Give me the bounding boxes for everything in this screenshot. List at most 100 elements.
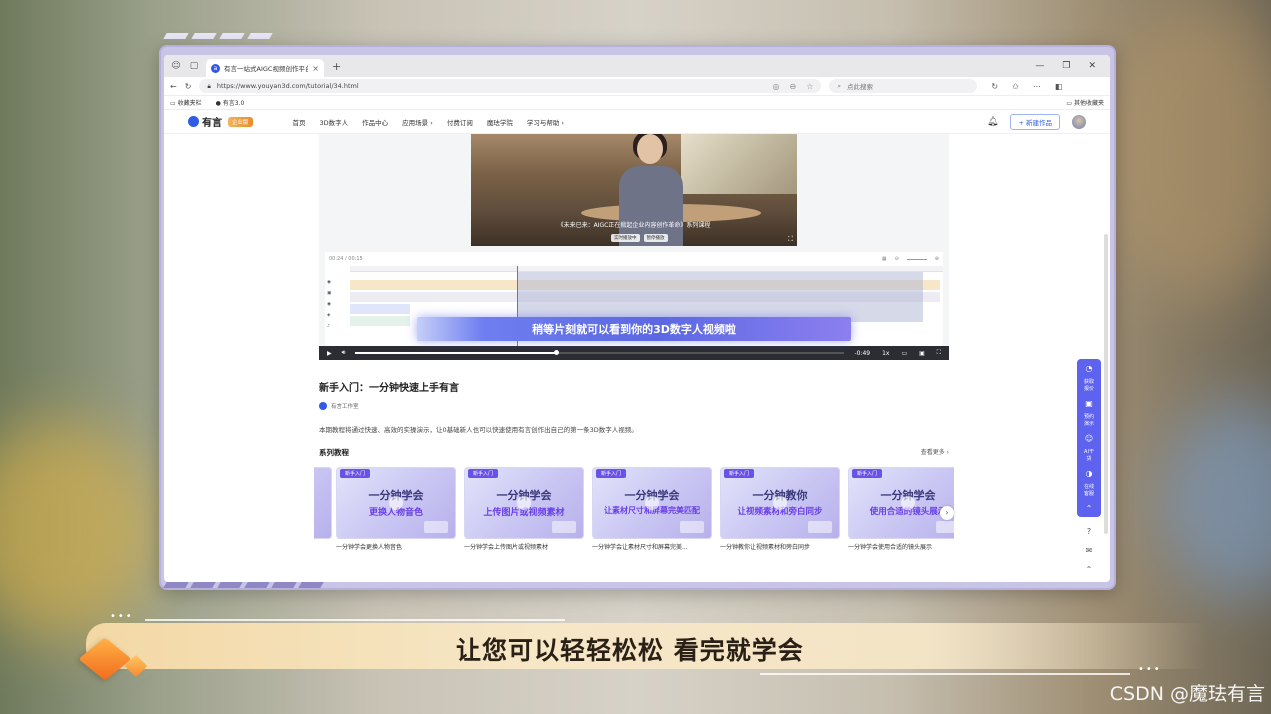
read-aloud-icon[interactable]: ◎ xyxy=(773,82,780,91)
speed-button[interactable]: 1x xyxy=(882,350,889,357)
series-card[interactable]: 新手入门 一分钟学会 使用合适的镜头展示 一分钟学会使用合适的镜头展示 xyxy=(848,467,954,551)
nav-help[interactable]: 学习与帮助 › xyxy=(527,117,564,127)
bookmarks-bar: ▭ 收藏夹栏 ● 有言3.0 ▭ 其他收藏夹 xyxy=(164,96,1110,110)
browser-refresh-icon[interactable]: ↻ xyxy=(991,82,998,91)
favorite-star-icon[interactable]: ☆ xyxy=(806,82,813,91)
zoom-in-icon[interactable]: ⊕ xyxy=(935,256,939,262)
play-icon xyxy=(389,496,403,510)
track-icon: ◉ xyxy=(327,280,331,285)
nav-3d-avatar[interactable]: 3D数字人 xyxy=(320,117,349,127)
new-tab-icon[interactable]: + xyxy=(332,60,341,73)
side-item-ai[interactable]: AI干货 xyxy=(1083,449,1095,463)
help-icon[interactable]: ? xyxy=(1087,527,1091,536)
series-carousel: 新手入门 一分钟学会 更换人物音色 一分钟学会更换人物音色 新手入门 一分钟学会… xyxy=(314,467,954,557)
demo-icon[interactable]: ▣ xyxy=(1085,399,1093,408)
expand-icon[interactable]: ⛶ xyxy=(788,235,793,244)
series-card[interactable]: 新手入门 一分钟学会 更换人物音色 一分钟学会更换人物音色 xyxy=(336,467,456,551)
remaining-time: -0:49 xyxy=(854,349,871,357)
play-icon[interactable]: ▶ xyxy=(327,350,332,357)
collapse-icon[interactable]: ⌃ xyxy=(1086,504,1093,513)
mail-icon[interactable]: ✉ xyxy=(1086,546,1093,555)
side-item-quote[interactable]: 获取报价 xyxy=(1083,379,1095,393)
ai-icon[interactable]: ☺ xyxy=(1085,434,1093,443)
nav-works[interactable]: 作品中心 xyxy=(362,117,388,127)
course-title: 新手入门：一分钟快速上手有言 xyxy=(319,383,459,394)
player-controls: ▶ 🔊︎ -0:49 1x ▭ ▣ ⛶ xyxy=(319,346,949,360)
card-caption: 一分钟学会使用合适的镜头展示 xyxy=(848,544,933,551)
nav-academy[interactable]: 魔珐学院 xyxy=(487,117,513,127)
author[interactable]: 有言工作室 xyxy=(319,402,359,410)
bookmark-folder[interactable]: ▭ 收藏夹栏 xyxy=(170,98,202,107)
search-icon: ⌕ xyxy=(837,81,842,90)
floating-service-bar: ◔ 获取报价 ▣ 预约演示 ☺ AI干货 ◑ 在线客服 ⌃ xyxy=(1077,359,1101,517)
subtitles-icon[interactable]: ▭ xyxy=(901,350,907,357)
frame-decoration xyxy=(163,582,324,590)
video-caption: 《未来已来：AIGC正在掀起企业内容创作革命》系列课程 xyxy=(557,222,711,229)
browser-window: ☺ ▢ a 有言一站式AIGC视频创作平台 × + — ❐ ✕ ← ↻ 🔒︎ h… xyxy=(164,55,1110,582)
card-subheadline: 使用合适的镜头展示 xyxy=(869,507,947,517)
tab-actions-icon[interactable]: ▢ xyxy=(188,60,200,72)
fullscreen-icon[interactable]: ⛶ xyxy=(937,349,941,357)
page-scrollbar[interactable] xyxy=(1104,234,1108,534)
decorative-line xyxy=(760,673,1130,675)
series-card[interactable]: 新手入门 一分钟学会 让素材尺寸和屏幕完美匹配 一分钟学会让素材尺寸和屏幕完美.… xyxy=(592,467,712,551)
carousel-next-icon[interactable]: › xyxy=(940,506,954,520)
search-input[interactable]: ⌕ 点此搜索 xyxy=(829,79,978,93)
nav-subscription[interactable]: 付费订阅 xyxy=(447,117,473,127)
series-card[interactable]: 新手入门 一分钟教你 让视频素材和旁白同步 一分钟教你让视频素材和旁白同步 xyxy=(720,467,840,551)
video-preview[interactable]: 《未来已来：AIGC正在掀起企业内容创作革命》系列课程 实时播放中 暂停播放 ⛶ xyxy=(471,134,797,246)
search-placeholder: 点此搜索 xyxy=(847,83,874,91)
new-work-button[interactable]: + 新建作品 xyxy=(1010,113,1060,130)
pip-icon[interactable]: ▣ xyxy=(919,350,925,357)
author-avatar-icon xyxy=(319,402,327,410)
refresh-icon[interactable]: ↻ xyxy=(185,82,192,91)
side-item-support[interactable]: 在线客服 xyxy=(1083,484,1095,498)
side-item-demo[interactable]: 预约演示 xyxy=(1083,414,1095,428)
volume-icon[interactable]: 🔊︎ xyxy=(342,349,346,357)
main-nav: 首页 3D数字人 作品中心 应用场景 › 付费订阅 魔珐学院 学习与帮助 › xyxy=(293,117,564,127)
loading-subtitle: 稍等片刻就可以看到你的3D数字人视频啦 xyxy=(417,317,851,341)
nav-scenarios[interactable]: 应用场景 › xyxy=(402,117,433,127)
quote-icon[interactable]: ◔ xyxy=(1086,364,1093,373)
back-to-top-icon[interactable]: ⌃ xyxy=(1086,565,1093,574)
restore-icon[interactable]: ❐ xyxy=(1062,61,1070,71)
favorites-icon[interactable]: ✩ xyxy=(1012,82,1019,91)
close-window-icon[interactable]: ✕ xyxy=(1088,61,1096,71)
progress-fill xyxy=(355,352,556,354)
track-clip[interactable] xyxy=(350,304,410,314)
headset-icon[interactable]: ◑ xyxy=(1086,469,1093,478)
play-icon xyxy=(901,496,915,510)
minimize-icon[interactable]: — xyxy=(1035,61,1044,71)
profile-icon[interactable]: ☺ xyxy=(170,60,182,72)
zoom-out-icon[interactable]: ⊖ xyxy=(895,256,899,262)
enterprise-badge[interactable]: 企业版 xyxy=(228,116,253,127)
see-more-link[interactable]: 查看更多 › xyxy=(921,447,949,458)
card-tag: 新手入门 xyxy=(852,469,883,478)
live-pill[interactable]: 实时播放中 xyxy=(611,234,640,242)
more-icon[interactable]: ⋯ xyxy=(1033,82,1041,91)
track-clip[interactable] xyxy=(350,316,410,326)
zoom-slider[interactable] xyxy=(906,258,927,260)
timeline-selection[interactable] xyxy=(517,272,923,322)
browser-tab[interactable]: a 有言一站式AIGC视频创作平台 × xyxy=(206,59,324,77)
avatar[interactable] xyxy=(1072,114,1086,129)
other-bookmarks[interactable]: ▭ 其他收藏夹 xyxy=(1066,98,1104,107)
series-card[interactable]: 新手入门 一分钟学会 上传图片或视频素材 一分钟学会上传图片或视频素材 xyxy=(464,467,584,551)
grid-icon[interactable]: ▦ xyxy=(882,256,887,262)
back-icon[interactable]: ← xyxy=(170,82,177,91)
notification-bell-icon[interactable]: 🔔︎ xyxy=(987,117,998,127)
progress-knob[interactable] xyxy=(553,350,559,355)
tracking-icon[interactable]: ⊖ xyxy=(790,82,797,91)
nav-home[interactable]: 首页 xyxy=(293,117,306,127)
sidebar-icon[interactable]: ◧ xyxy=(1055,82,1063,91)
close-tab-icon[interactable]: × xyxy=(312,64,319,73)
track-icon: ♪ xyxy=(327,324,330,329)
progress-bar[interactable] xyxy=(355,350,845,355)
bookmark-youyan[interactable]: ● 有言3.0 xyxy=(216,98,245,107)
site-logo[interactable]: 有言 xyxy=(188,114,222,129)
series-header: 系列教程 查看更多 › xyxy=(319,447,949,458)
pause-pill[interactable]: 暂停播放 xyxy=(643,234,668,242)
url-text: https://www.youyan3d.com/tutorial/34.htm… xyxy=(216,82,359,90)
address-bar[interactable]: 🔒︎ https://www.youyan3d.com/tutorial/34.… xyxy=(199,79,822,93)
series-card[interactable] xyxy=(314,467,332,539)
